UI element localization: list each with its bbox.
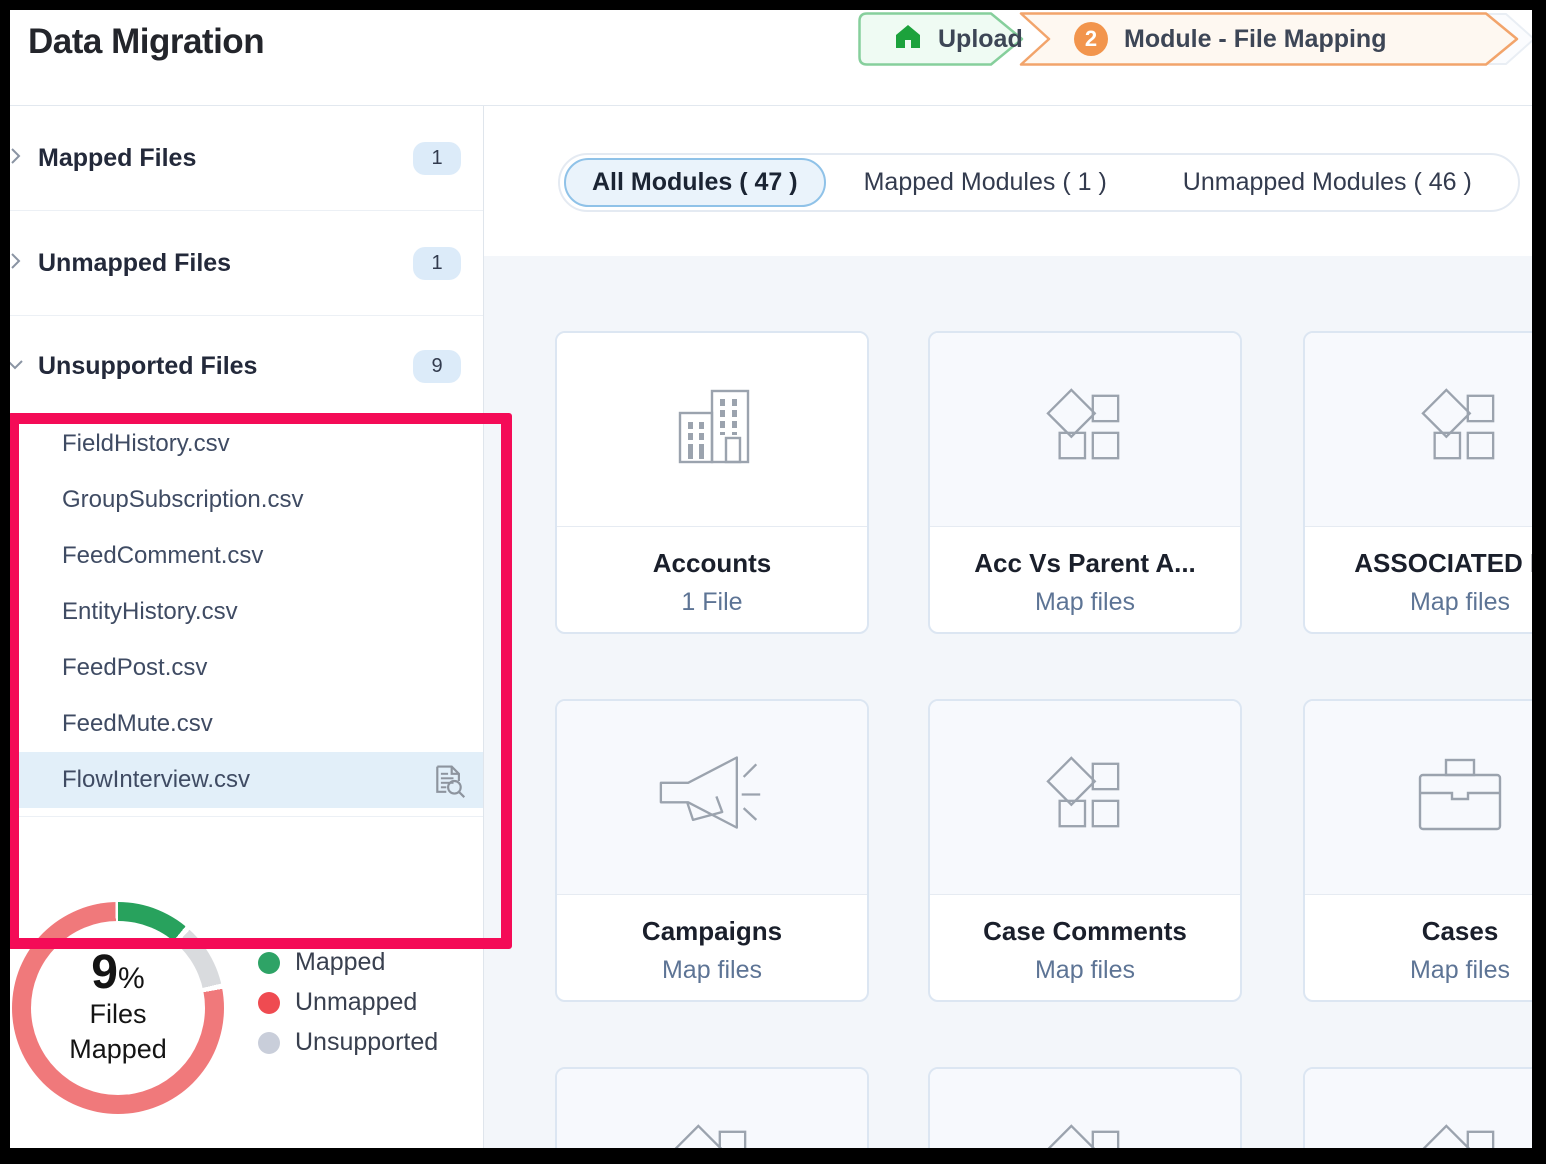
module-card-associated[interactable]: ASSOCIATED P... Map files [1303, 331, 1532, 634]
header: Data Migration 2 Module - File Mapping [10, 10, 1532, 106]
card-icon-area [1305, 1069, 1532, 1148]
sidebar-section-unmapped-files[interactable]: Unmapped Files 1 [10, 211, 483, 316]
module-card-case-comments[interactable]: Case Comments Map files [928, 699, 1242, 1002]
card-icon-area [930, 701, 1240, 895]
chevron-right-icon [10, 250, 26, 277]
module-filter-tabs: All Modules ( 47 ) Mapped Modules ( 1 ) … [558, 153, 1520, 212]
building-icon [670, 388, 754, 471]
file-item[interactable]: FeedMute.csv [10, 696, 483, 752]
legend-dot-unmapped [258, 992, 280, 1014]
module-name: Accounts [653, 548, 771, 579]
files-mapped-donut: 9% Files Mapped [12, 902, 224, 1114]
card-icon-area [1305, 701, 1532, 895]
module-icon [1046, 1124, 1124, 1148]
card-icon-area [557, 333, 867, 527]
percent-value: 9% [91, 949, 144, 997]
module-icon [673, 1124, 751, 1148]
briefcase-icon [1414, 757, 1506, 838]
card-icon-area [930, 1069, 1240, 1148]
legend-dot-mapped [258, 952, 280, 974]
donut-center: 9% Files Mapped [31, 921, 205, 1095]
card-icon-area [930, 333, 1240, 527]
map-files-link[interactable]: Map files [1410, 588, 1510, 617]
file-item[interactable]: EntityHistory.csv [10, 584, 483, 640]
percent-caption: Mapped [69, 1032, 167, 1067]
unsupported-file-list: FieldHistory.csv GroupSubscription.csv F… [10, 416, 483, 817]
module-name: Acc Vs Parent A... [974, 548, 1196, 579]
legend-item: Unsupported [258, 1028, 438, 1057]
module-icon [1046, 388, 1124, 471]
card-icon-area [557, 701, 867, 895]
section-label: Unsupported Files [38, 352, 413, 381]
map-files-link[interactable]: Map files [662, 956, 762, 985]
module-card-acc-vs-parent[interactable]: Acc Vs Parent A... Map files [928, 331, 1242, 634]
module-icon [1421, 1124, 1499, 1148]
count-badge: 1 [413, 247, 461, 280]
app-window: Data Migration 2 Module - File Mapping [10, 10, 1532, 1148]
tab-mapped-modules[interactable]: Mapped Modules ( 1 ) [826, 168, 1145, 197]
legend-dot-unsupported [258, 1032, 280, 1054]
card-icon-area [1305, 333, 1532, 527]
file-item-selected[interactable]: FlowInterview.csv [10, 752, 483, 808]
module-icon [1046, 756, 1124, 839]
legend-item: Mapped [258, 948, 438, 977]
map-files-link[interactable]: Map files [1035, 956, 1135, 985]
file-item[interactable]: FeedPost.csv [10, 640, 483, 696]
legend-item: Unmapped [258, 988, 438, 1017]
tab-all-modules[interactable]: All Modules ( 47 ) [564, 158, 826, 207]
stepper-step-module-file-mapping[interactable]: 2 Module - File Mapping [1018, 12, 1520, 66]
module-card-partial[interactable] [928, 1067, 1242, 1148]
tab-unmapped-modules[interactable]: Unmapped Modules ( 46 ) [1145, 168, 1510, 197]
module-card-cases[interactable]: Cases Map files [1303, 699, 1532, 1002]
card-icon-area [557, 1069, 867, 1148]
file-item[interactable]: FeedComment.csv [10, 528, 483, 584]
module-name: Cases [1422, 916, 1499, 947]
module-icon [1421, 388, 1499, 471]
donut-legend: Mapped Unmapped Unsupported [258, 948, 438, 1057]
home-icon [894, 23, 922, 55]
preview-file-icon[interactable] [431, 763, 467, 806]
main-panel: All Modules ( 47 ) Mapped Modules ( 1 ) … [484, 106, 1532, 1148]
count-badge: 1 [413, 142, 461, 175]
section-label: Unmapped Files [38, 249, 413, 278]
sidebar-section-mapped-files[interactable]: Mapped Files 1 [10, 106, 483, 211]
module-card-campaigns[interactable]: Campaigns Map files [555, 699, 869, 1002]
module-card-partial[interactable] [1303, 1067, 1532, 1148]
step-label: Upload [938, 25, 1023, 54]
sidebar: Mapped Files 1 Unmapped Files 1 Unsuppor… [10, 106, 484, 1148]
count-badge: 9 [413, 350, 461, 383]
section-label: Mapped Files [38, 144, 413, 173]
sidebar-section-unsupported-files[interactable]: Unsupported Files 9 [10, 316, 483, 416]
module-cards-region: Accounts 1 File [484, 256, 1532, 1148]
divider [10, 816, 483, 817]
page-title: Data Migration [28, 22, 264, 62]
module-name: ASSOCIATED P... [1354, 548, 1532, 579]
stepper-step-upload[interactable]: Upload [858, 12, 1024, 66]
module-files-link[interactable]: 1 File [681, 588, 742, 617]
percent-caption: Files [89, 997, 146, 1032]
megaphone-icon [656, 753, 768, 842]
module-name: Case Comments [983, 916, 1187, 947]
chevron-down-icon [10, 353, 26, 380]
file-item[interactable]: GroupSubscription.csv [10, 472, 483, 528]
chevron-right-icon [10, 145, 26, 172]
file-item[interactable]: FieldHistory.csv [10, 416, 483, 472]
map-files-link[interactable]: Map files [1410, 956, 1510, 985]
module-card-partial[interactable] [555, 1067, 869, 1148]
step-number-badge: 2 [1074, 22, 1108, 56]
module-card-accounts[interactable]: Accounts 1 File [555, 331, 869, 634]
step-label: Module - File Mapping [1124, 25, 1386, 54]
module-name: Campaigns [642, 916, 782, 947]
map-files-link[interactable]: Map files [1035, 588, 1135, 617]
